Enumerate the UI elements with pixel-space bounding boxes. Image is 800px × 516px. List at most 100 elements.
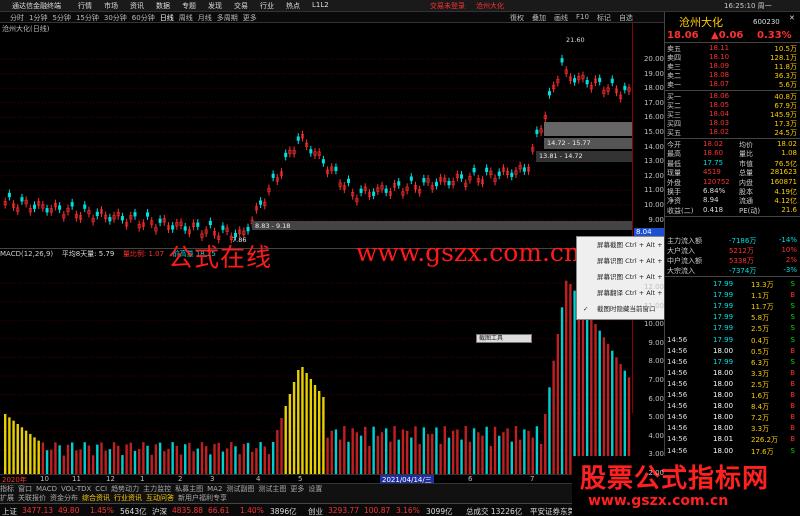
volume-bar	[414, 426, 417, 474]
tick-price: 18.01	[713, 435, 734, 444]
login-status[interactable]: 交易未登录	[430, 1, 465, 11]
menu-item-1[interactable]: 市场	[104, 1, 130, 11]
chart-tool-5[interactable]: 自选	[617, 13, 635, 23]
indicator-tab-1[interactable]: 窗口	[18, 485, 32, 493]
menu-item-5[interactable]: 发现	[208, 1, 234, 11]
flow-value: 5338万	[729, 257, 754, 265]
period-tab-9[interactable]: 多周期	[217, 13, 238, 23]
volume-bar	[246, 442, 250, 474]
ask-price: 18.08	[709, 71, 730, 79]
bottom-tab-2[interactable]: 资金分布	[50, 494, 78, 502]
menu-item-0[interactable]: 行情	[78, 1, 104, 11]
bottom-tab-1[interactable]: 关联报价	[18, 494, 46, 502]
tick-time: 14:56	[667, 368, 688, 377]
menu-item-6[interactable]: 交易	[234, 1, 260, 11]
tick-price: 18.00	[713, 368, 734, 377]
ask-label: 卖一	[667, 81, 681, 89]
volume-bar	[498, 435, 501, 474]
ad-banner[interactable]: 股票公式指标网 www.gszx.com.cn	[572, 456, 800, 516]
volume-tick-8: 4.00	[648, 431, 664, 440]
app-title: 通达信金融终端	[12, 2, 61, 10]
volume-bar	[447, 437, 451, 474]
period-tab-6[interactable]: 日线	[160, 13, 174, 23]
period-tab-2[interactable]: 5分钟	[52, 13, 70, 23]
bottom-tab-5[interactable]: 互动问答	[146, 494, 174, 502]
bottom-tab-6[interactable]: 新用户福利专享	[178, 494, 227, 502]
indicator-tab-0[interactable]: 指标	[0, 485, 14, 493]
candle-body	[95, 211, 99, 216]
bid-label: 买五	[667, 129, 681, 137]
volume-bar	[255, 448, 258, 474]
period-tab-10[interactable]: 更多	[243, 13, 257, 23]
index-name[interactable]: 创业	[308, 506, 323, 516]
period-tab-4[interactable]: 30分钟	[104, 13, 127, 23]
volume-bar	[502, 432, 505, 474]
panel-row: 中户流入额 5338万 2%	[665, 256, 800, 265]
volume-chart[interactable]	[0, 261, 632, 474]
indicator-tab-4[interactable]: CCI	[95, 485, 107, 493]
indicator-tab-5[interactable]: 趋势动力	[111, 485, 139, 493]
volume-bar	[263, 446, 266, 474]
volume-bar	[552, 360, 555, 474]
panel-row: 买一 18.06 40.8万	[665, 92, 800, 101]
volume-bar	[426, 433, 430, 474]
panel-row: 14:56 18.00 1.6万 B	[665, 391, 800, 400]
index-name[interactable]: 沪深	[152, 506, 167, 516]
menu-item-9[interactable]: L1L2	[312, 1, 338, 11]
menu-item-7[interactable]: 行业	[260, 1, 286, 11]
volume-bar	[606, 344, 610, 474]
volume-bar	[569, 284, 572, 474]
ask-price: 18.11	[709, 44, 730, 52]
period-tab-0[interactable]: 分时	[10, 13, 24, 23]
period-tab-7[interactable]: 周线	[179, 13, 193, 23]
chart-tool-2[interactable]: 画线	[552, 13, 570, 23]
indicator-tab-2[interactable]: MACD	[36, 485, 57, 493]
chart-tool-1[interactable]: 叠加	[530, 13, 548, 23]
panel-row: 14:56 18.00 0.5万 B	[665, 347, 800, 356]
menu-item-8[interactable]: 热点	[286, 1, 312, 11]
chart-tool-4[interactable]: 标记	[595, 13, 613, 23]
indicator-tab-8[interactable]: MA2	[207, 485, 222, 493]
macd-label: MACD(12,26,9)	[0, 250, 54, 258]
bottom-tab-0[interactable]: 扩展	[0, 494, 14, 502]
divider	[665, 138, 800, 139]
indicator-tab-9[interactable]: 测试副图	[226, 485, 254, 493]
volume-bar	[158, 442, 162, 474]
period-tab-8[interactable]: 月线	[198, 13, 212, 23]
candle-body	[196, 222, 200, 227]
close-icon[interactable]: ✕	[789, 14, 795, 22]
index-name[interactable]: 上证	[2, 506, 17, 516]
bottom-tab-4[interactable]: 行业资讯	[114, 494, 142, 502]
tick-price: 18.00	[713, 346, 734, 355]
period-tab-5[interactable]: 60分钟	[132, 13, 155, 23]
ticker-news[interactable]: 平安证券东莞	[530, 506, 575, 516]
indicator-tab-6[interactable]: 主力监控	[143, 485, 171, 493]
indicator-tab-10[interactable]: 测试主图	[258, 485, 286, 493]
period-tab-1[interactable]: 1分钟	[29, 13, 47, 23]
period-tab-3[interactable]: 15分钟	[76, 13, 99, 23]
volume-bar	[154, 444, 158, 474]
indicator-tab-7[interactable]: 私募主图	[175, 485, 203, 493]
chart-tool-3[interactable]: F10	[574, 13, 591, 23]
volume-tick-2: 10.00	[643, 320, 664, 329]
panel-change: ▲0.06	[711, 30, 744, 41]
candle-body	[347, 178, 351, 184]
indicator-tab-11[interactable]: 更多	[290, 485, 304, 493]
volume-bar	[598, 330, 601, 474]
menu-item-3[interactable]: 数据	[156, 1, 182, 11]
indicator-tab-3[interactable]: VOL-TDX	[61, 485, 91, 493]
screenshot-mini-toolbar[interactable]: 截图工具	[476, 334, 532, 343]
menu-item-4[interactable]: 专题	[182, 1, 208, 11]
menu-item-2[interactable]: 资讯	[130, 1, 156, 11]
candle-body	[309, 149, 313, 154]
stat-label: 收益(二)	[667, 206, 694, 215]
volume-bar	[602, 337, 606, 474]
quote-panel: 沧州大化 600230 ✕ 18.06 ▲0.06 0.33% 卖五 18.11 1…	[664, 12, 800, 503]
bottom-tab-3[interactable]: 综合资讯	[82, 494, 110, 502]
bid-price: 18.06	[709, 92, 730, 100]
volume-bar	[510, 441, 513, 474]
chart-tool-0[interactable]: 復权	[508, 13, 526, 23]
indicator-tab-12[interactable]: 设置	[308, 485, 322, 493]
stat-label: PE(动)	[739, 206, 761, 215]
volume-bar	[16, 424, 19, 474]
